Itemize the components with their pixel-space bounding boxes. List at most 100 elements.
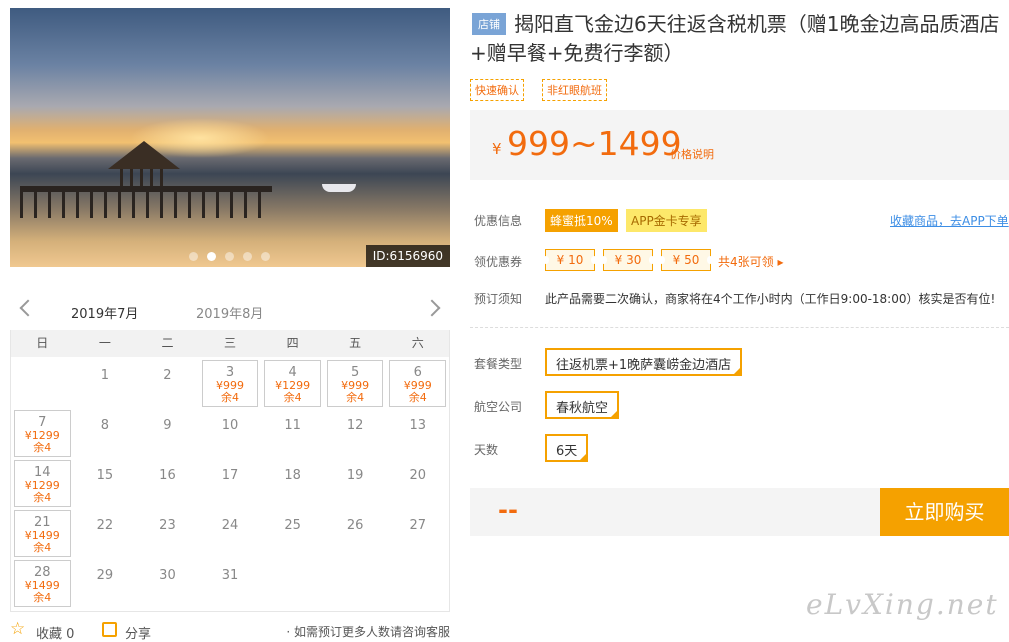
day-number: 28 — [34, 565, 51, 580]
airline-option[interactable]: 春秋航空 — [545, 391, 620, 419]
calendar-cell: 16 — [136, 457, 199, 507]
coupon-50[interactable]: ¥ 50 — [659, 249, 713, 271]
day-remaining: 余4 — [283, 391, 302, 404]
tab-month-august[interactable]: 2019年8月 — [196, 303, 263, 322]
calendar-cell: 1 — [74, 357, 137, 407]
price-range: 999~1499 — [507, 124, 682, 163]
next-month-icon[interactable] — [423, 299, 441, 317]
calendar-day: 20 — [389, 460, 446, 507]
calendar-cell: 22 — [74, 507, 137, 557]
calendar-cell: 2 — [136, 357, 199, 407]
calendar-cell: 29 — [74, 557, 137, 607]
day-remaining: 余4 — [33, 591, 52, 604]
calendar-cell: 10 — [199, 407, 262, 457]
calendar-cell — [11, 357, 74, 407]
airline-label: 航空公司 — [474, 400, 523, 414]
day-number: 6 — [413, 365, 422, 380]
calendar-cell: 30 — [136, 557, 199, 607]
calendar-cell: 14 ¥1299 余4 — [11, 457, 74, 507]
calendar-day-available[interactable]: 4 ¥1299 余4 — [264, 360, 321, 407]
carousel-dot[interactable] — [261, 252, 270, 261]
calendar-cell: 31 — [199, 557, 262, 607]
calendar-day-available[interactable]: 5 ¥999 余4 — [326, 360, 384, 407]
share-button[interactable]: 分享 — [125, 623, 151, 642]
promo-app-badge: APP金卡专享 — [626, 209, 707, 232]
footer-actions: ☆ 收藏 0 分享 · 如需预订更多人数请咨询客服 — [10, 617, 450, 642]
day-remaining: 余4 — [33, 541, 52, 554]
calendar-day-available[interactable]: 21 ¥1499 余4 — [14, 510, 71, 557]
calendar-cell — [261, 557, 324, 607]
watermark-logo: eLvXing.net — [806, 588, 999, 621]
calendar-day: 10 — [202, 410, 259, 457]
product-photo[interactable]: ID:6156960 — [10, 8, 450, 267]
calendar-day-available[interactable]: 6 ¥999 余4 — [389, 360, 447, 407]
prev-month-icon[interactable] — [19, 299, 37, 317]
calendar-day: 16 — [139, 460, 196, 507]
tag-fast-confirm: 快速确认 — [470, 79, 524, 101]
coupon-30[interactable]: ¥ 30 — [601, 249, 655, 271]
calendar-day: 9 — [139, 410, 196, 457]
price-currency: ¥ — [492, 140, 502, 158]
calendar-cell: 6 ¥999 余4 — [386, 357, 449, 407]
calendar-day: 13 — [389, 410, 446, 457]
day-number: 16 — [159, 468, 176, 483]
promo-label: 优惠信息 — [474, 214, 523, 228]
carousel-dot[interactable] — [189, 252, 198, 261]
calendar-cell: 25 — [261, 507, 324, 557]
product-title: 揭阳直飞金边6天往返含税机票（赠1晚金边高品质酒店+赠早餐+免费行李额） — [470, 12, 1000, 65]
calendar-day-available[interactable]: 7 ¥1299 余4 — [14, 410, 71, 457]
calendar-day: 19 — [327, 460, 384, 507]
calendar-day: 18 — [264, 460, 321, 507]
calendar-cell: 15 — [74, 457, 137, 507]
calendar-cell: 26 — [324, 507, 387, 557]
customer-service-hint: · 如需预订更多人数请咨询客服 — [286, 625, 450, 639]
calendar-day-available[interactable]: 14 ¥1299 余4 — [14, 460, 71, 507]
weekday-label: 五 — [349, 336, 362, 350]
day-remaining: 余4 — [408, 391, 427, 404]
calendar-cell: 13 — [386, 407, 449, 457]
calendar-day: 24 — [202, 510, 259, 557]
day-number: 14 — [34, 465, 51, 480]
favorite-button[interactable]: 收藏 0 — [36, 623, 74, 642]
calendar-cell: 3 ¥999 余4 — [199, 357, 262, 407]
calendar-day: 29 — [77, 560, 134, 607]
day-number: 20 — [409, 468, 427, 483]
calendar-day: 1 — [77, 360, 134, 407]
day-number: 26 — [346, 518, 364, 533]
calendar-cell: 5 ¥999 余4 — [324, 357, 387, 407]
carousel-dot[interactable] — [225, 252, 234, 261]
buy-now-button[interactable]: 立即购买 — [880, 488, 1009, 536]
calendar-week-row: 1 2 3 ¥999 余4 4 ¥1299 余4 5 ¥999 余4 6 ¥999 余4 — [11, 357, 449, 407]
calendar-day: 26 — [327, 510, 384, 557]
calendar-day-available[interactable]: 3 ¥999 余4 — [201, 360, 259, 407]
carousel-dot-active[interactable] — [207, 252, 216, 261]
calendar-cell: 20 — [386, 457, 449, 507]
day-number: 9 — [163, 418, 172, 433]
day-number: 30 — [159, 568, 176, 583]
calendar-day-available[interactable]: 28 ¥1499 余4 — [14, 560, 71, 607]
calendar-cell: 9 — [136, 407, 199, 457]
coupon-10[interactable]: ¥ 10 — [543, 249, 597, 271]
price-note-link[interactable]: 价格说明 — [670, 146, 714, 162]
favorite-app-link[interactable]: 收藏商品，去APP下单 — [890, 212, 1009, 229]
notice-text: 此产品需要二次确认，商家将在4个工作小时内（工作日9:00-18:00）核实是否… — [545, 292, 996, 306]
calendar-day: 2 — [139, 360, 196, 407]
share-icon[interactable] — [102, 622, 117, 637]
weekday-label: 四 — [286, 336, 299, 350]
package-option[interactable]: 往返机票+1晚萨囊崂金边酒店 — [545, 348, 743, 376]
tab-month-july[interactable]: 2019年7月 — [70, 303, 160, 333]
coupon-count-link[interactable]: 共4张可领 ▸ — [718, 253, 783, 270]
calendar-day: 8 — [77, 410, 134, 457]
calendar-cell: 12 — [324, 407, 387, 457]
carousel-dot[interactable] — [243, 252, 252, 261]
star-icon[interactable]: ☆ — [10, 619, 25, 639]
day-number: 31 — [221, 568, 239, 583]
day-number: 29 — [96, 568, 114, 583]
calendar-cell: 11 — [261, 407, 324, 457]
day-number: 17 — [221, 468, 239, 483]
days-option[interactable]: 6天 — [545, 434, 589, 462]
carousel-dots[interactable] — [189, 252, 270, 261]
weekday-header: 日 一 二 三 四 五 六 — [11, 330, 449, 357]
total-price: -- — [498, 496, 518, 524]
calendar-week-row: 14 ¥1299 余4 15 16 17 18 19 20 — [11, 457, 449, 507]
